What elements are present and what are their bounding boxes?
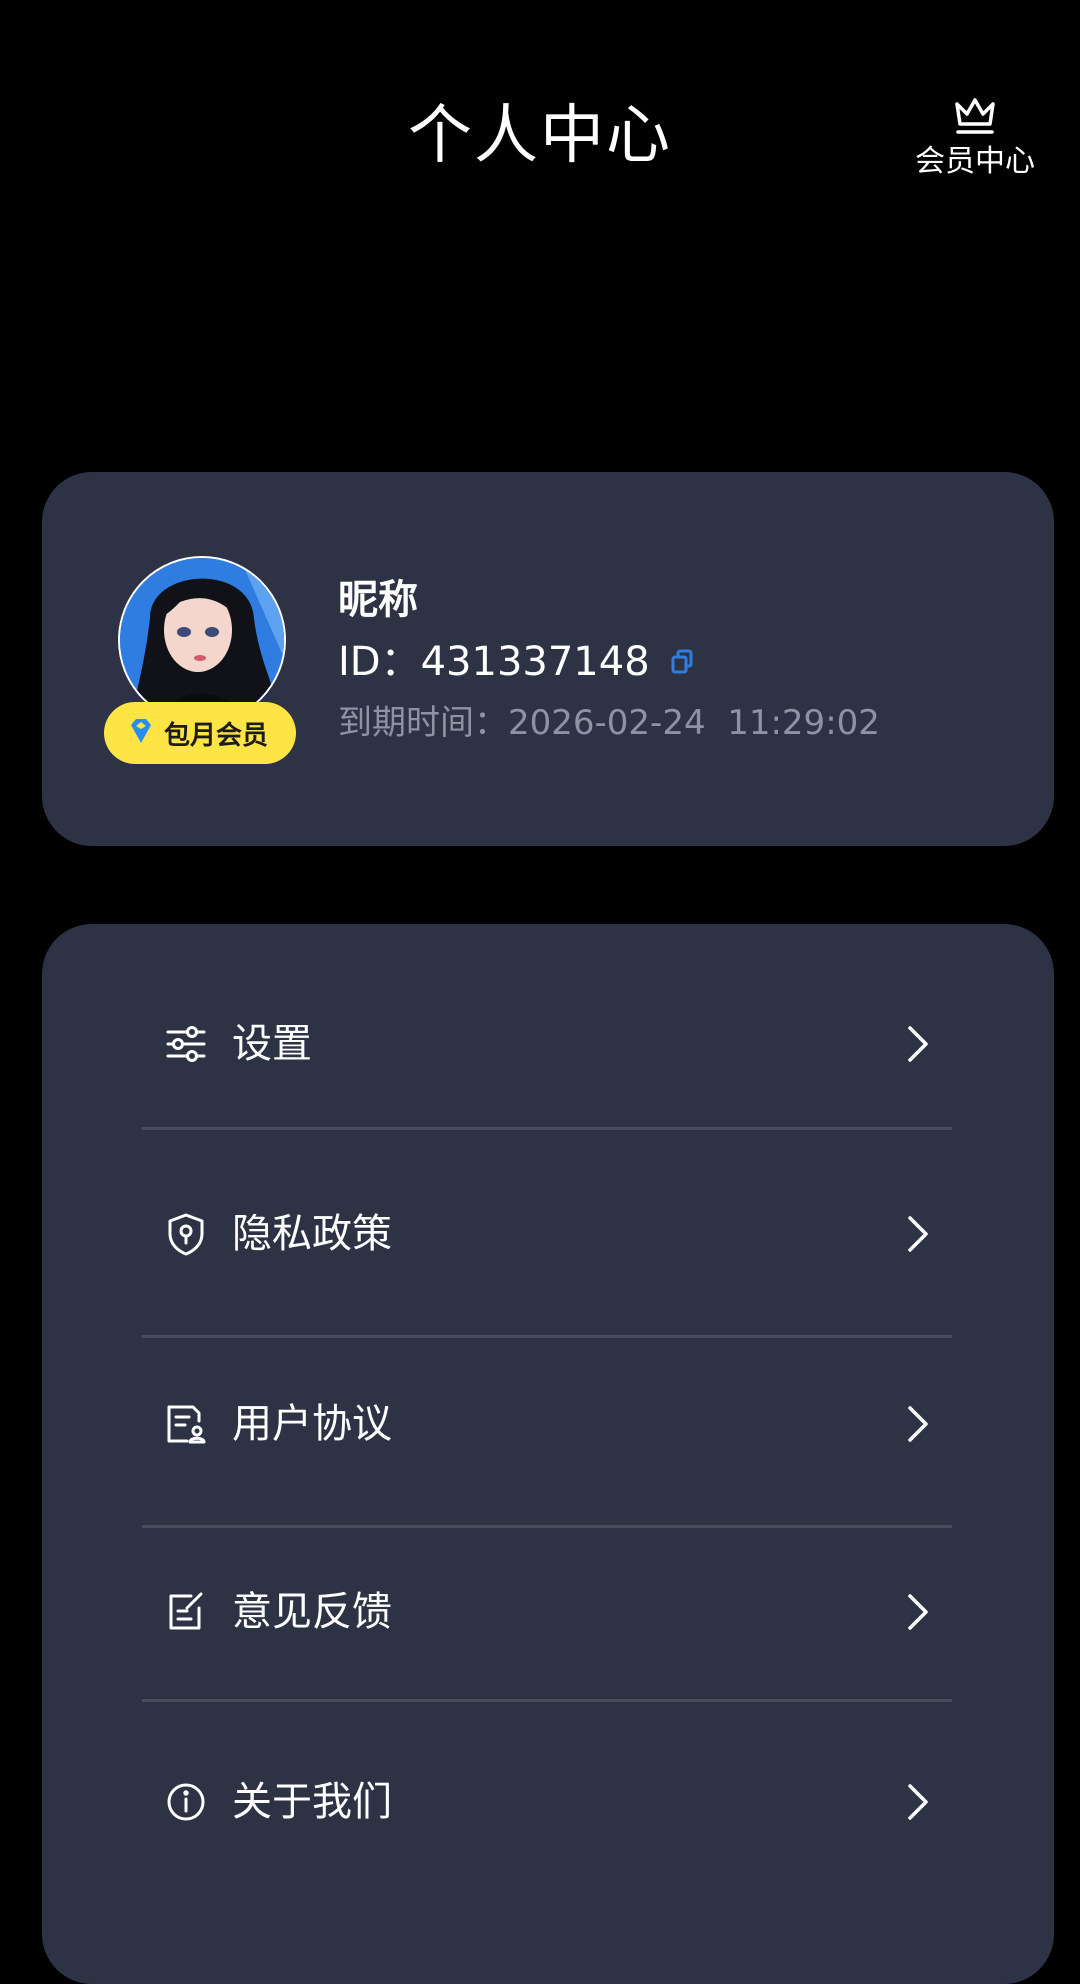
menu-item-label: 关于我们: [232, 1779, 392, 1825]
user-id-row: ID：431337148: [338, 638, 694, 686]
vip-center-label: 会员中心: [915, 144, 1035, 179]
divider: [142, 1525, 952, 1528]
menu-item-privacy-policy[interactable]: 隐私政策: [142, 1174, 952, 1294]
diamond-icon: [126, 716, 156, 750]
menu-item-about-us[interactable]: 关于我们: [142, 1742, 952, 1862]
nickname: 昵称: [338, 577, 418, 623]
menu-card: 设置 隐私政策 用户协议 意见反馈 关于我们: [42, 924, 1054, 1984]
menu-item-label: 用户协议: [232, 1401, 392, 1447]
member-badge: 包月会员: [104, 702, 296, 764]
document-user-icon: [164, 1402, 208, 1446]
divider: [142, 1127, 952, 1130]
chevron-right-icon: [898, 1404, 938, 1444]
menu-item-label: 意见反馈: [232, 1589, 392, 1635]
chevron-right-icon: [898, 1024, 938, 1064]
shield-icon: [164, 1212, 208, 1256]
info-icon: [164, 1780, 208, 1824]
menu-item-feedback[interactable]: 意见反馈: [142, 1552, 952, 1672]
sliders-icon: [164, 1022, 208, 1066]
avatar[interactable]: [118, 556, 286, 724]
divider: [142, 1335, 952, 1338]
chevron-right-icon: [898, 1214, 938, 1254]
divider: [142, 1699, 952, 1702]
menu-item-label: 隐私政策: [232, 1211, 392, 1257]
edit-note-icon: [164, 1590, 208, 1634]
expire-time: 到期时间：2026-02-24 11:29:02: [338, 703, 880, 743]
user-id: ID：431337148: [338, 639, 650, 685]
copy-icon[interactable]: [670, 649, 694, 675]
menu-item-label: 设置: [232, 1021, 312, 1067]
menu-item-settings[interactable]: 设置: [142, 984, 952, 1104]
profile-card: 包月会员 昵称 ID：431337148 到期时间：2026-02-24 11:…: [42, 472, 1054, 846]
chevron-right-icon: [898, 1592, 938, 1632]
member-badge-label: 包月会员: [163, 720, 268, 751]
crown-icon: [952, 96, 998, 136]
chevron-right-icon: [898, 1782, 938, 1822]
vip-center-button[interactable]: 会员中心: [900, 96, 1050, 180]
menu-item-user-agreement[interactable]: 用户协议: [142, 1364, 952, 1484]
